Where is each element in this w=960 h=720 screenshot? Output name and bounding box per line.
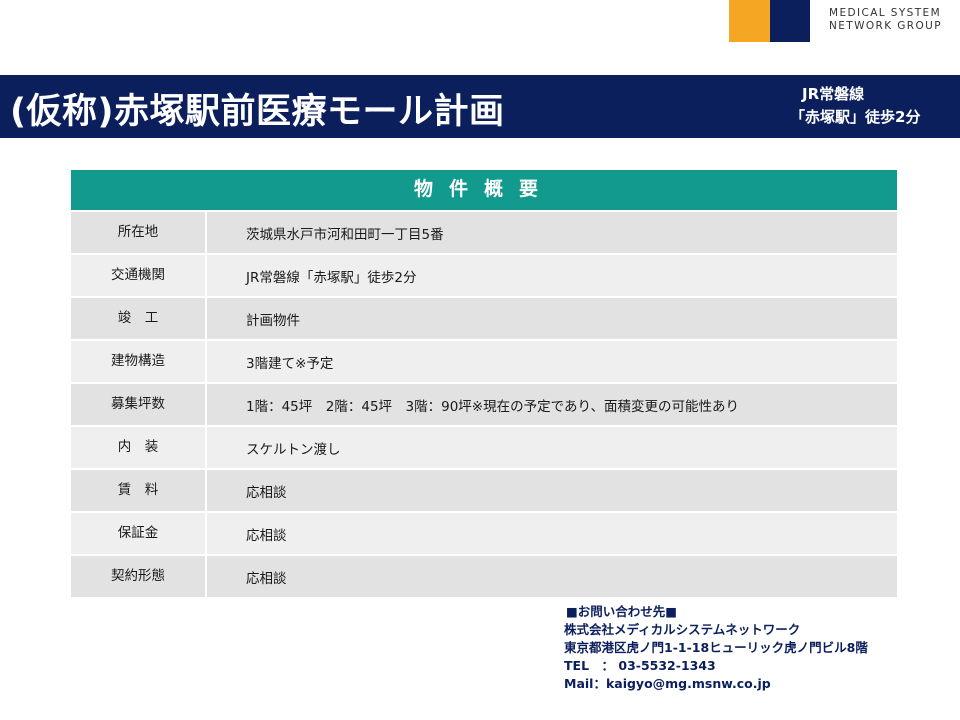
logo-line-2: NETWORK GROUP	[829, 20, 942, 32]
table-row: 募集坪数 1階：45坪 2階：45坪 3階：90坪※現在の予定であり、面積変更の…	[71, 384, 897, 425]
row-value: 応相談	[246, 484, 287, 501]
row-value: 応相談	[246, 527, 287, 544]
row-value: 3階建て※予定	[246, 355, 334, 372]
row-label: 契約形態	[71, 556, 207, 597]
contact-tel: TEL ： 03-5532-1343	[564, 658, 716, 673]
row-label: 保証金	[71, 513, 207, 554]
row-label: 建物構造	[71, 341, 207, 382]
table-row: 所在地 茨城県水戸市河和田町一丁目5番	[71, 212, 897, 253]
contact-mail[interactable]: Mail：kaigyo@mg.msnw.co.jp	[564, 675, 868, 693]
logo-text: MEDICAL SYSTEM NETWORK GROUP	[829, 7, 942, 33]
contact-address: 東京都港区虎ノ門1-1-18ヒューリック虎ノ門ビル8階	[564, 640, 868, 655]
row-value: 1階：45坪 2階：45坪 3階：90坪※現在の予定であり、面積変更の可能性あり	[246, 398, 739, 415]
row-value: 茨城県水戸市河和田町一丁目5番	[246, 226, 444, 243]
row-value: 計画物件	[246, 312, 300, 329]
contact-info: ■お問い合わせ先■ 株式会社メディカルシステムネットワーク 東京都港区虎ノ門1-…	[564, 603, 868, 693]
row-label: 所在地	[71, 212, 207, 253]
table-row: 賃 料 応相談	[71, 470, 897, 511]
row-value: JR常磐線「赤塚駅」徒歩2分	[246, 269, 417, 286]
row-label: 募集坪数	[71, 384, 207, 425]
contact-company: 株式会社メディカルシステムネットワーク	[564, 622, 801, 637]
table-row: 建物構造 3階建て※予定	[71, 341, 897, 382]
subtitle-line-2: 「赤塚駅」徒歩2分	[790, 108, 921, 126]
logo-line-1: MEDICAL SYSTEM	[829, 7, 942, 19]
table-row: 内 装 スケルトン渡し	[71, 427, 897, 468]
table-row: 契約形態 応相談	[71, 556, 897, 597]
access-subtitle: JR常磐線 「赤塚駅」徒歩2分	[790, 83, 920, 129]
logo-orange-block	[729, 0, 770, 42]
page-title: (仮称)赤塚駅前医療モール計画	[10, 92, 505, 132]
contact-heading: ■お問い合わせ先■	[566, 604, 678, 619]
title-bar: (仮称)赤塚駅前医療モール計画 JR常磐線 「赤塚駅」徒歩2分	[0, 75, 960, 138]
table-row: 交通機関 JR常磐線「赤塚駅」徒歩2分	[71, 255, 897, 296]
property-summary-table: 物件概要 所在地 茨城県水戸市河和田町一丁目5番 交通機関 JR常磐線「赤塚駅」…	[71, 170, 897, 597]
table-title: 物件概要	[71, 170, 897, 210]
subtitle-line-1: JR常磐線	[802, 85, 865, 103]
logo-navy-block	[770, 0, 810, 42]
row-label: 竣 工	[71, 298, 207, 339]
row-value: 応相談	[246, 570, 287, 587]
row-value: スケルトン渡し	[246, 441, 341, 458]
table-row: 竣 工 計画物件	[71, 298, 897, 339]
row-label: 賃 料	[71, 470, 207, 511]
row-label: 交通機関	[71, 255, 207, 296]
row-label: 内 装	[71, 427, 207, 468]
table-row: 保証金 応相談	[71, 513, 897, 554]
